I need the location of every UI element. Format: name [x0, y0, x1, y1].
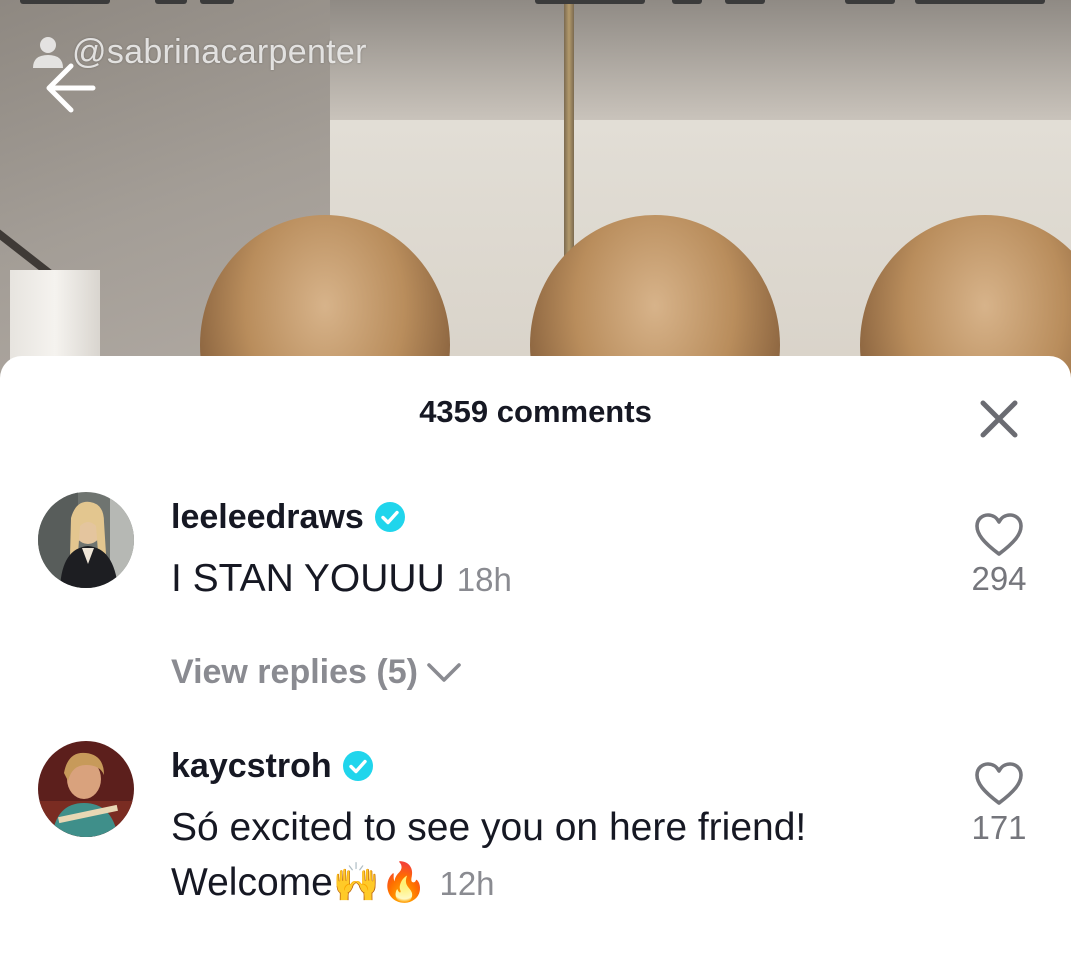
comments-sheet: 4359 comments leeleedraws I STAN YOUUU 1…	[0, 356, 1071, 953]
comment-username[interactable]: kaycstroh	[171, 744, 374, 788]
chevron-down-icon	[427, 663, 461, 682]
video-background[interactable]: @sabrinacarpenter	[0, 0, 1071, 400]
like-count: 171	[971, 809, 1027, 846]
video-author-handle: @sabrinacarpenter	[72, 32, 367, 71]
back-button[interactable]	[36, 58, 106, 118]
like-button[interactable]: 294	[955, 512, 1043, 598]
comment-emoji: 🙌🔥	[332, 860, 428, 904]
like-button[interactable]: 171	[955, 761, 1043, 847]
avatar[interactable]	[38, 492, 134, 588]
status-bar	[0, 0, 1071, 8]
comments-count-title: 4359 comments	[419, 394, 652, 429]
comment-body[interactable]: I STAN YOUUU 18h	[171, 552, 931, 607]
video-scene-ceiling	[330, 0, 1071, 120]
username-text: leeleedraws	[171, 497, 364, 536]
tiktok-comments-screen: @sabrinacarpenter 4359 comments leeleedr…	[0, 0, 1071, 953]
comment-timestamp: 18h	[456, 561, 512, 598]
comment-timestamp: 12h	[439, 865, 495, 902]
close-button[interactable]	[972, 392, 1026, 446]
view-replies-button[interactable]: View replies (5)	[171, 650, 462, 694]
view-replies-label: View replies (5)	[171, 652, 418, 691]
comment-body[interactable]: Só excited to see you on here friend! We…	[171, 801, 931, 911]
verified-icon	[342, 751, 373, 781]
like-count: 294	[971, 560, 1027, 597]
verified-icon	[374, 502, 405, 532]
comment-username[interactable]: leeleedraws	[171, 495, 406, 539]
back-arrow-icon	[46, 63, 96, 113]
heart-icon	[975, 513, 1023, 556]
comment-text: I STAN YOUUU	[171, 557, 445, 600]
username-text: kaycstroh	[171, 746, 332, 785]
close-icon	[980, 400, 1018, 438]
heart-icon	[975, 762, 1023, 805]
avatar[interactable]	[38, 741, 134, 837]
